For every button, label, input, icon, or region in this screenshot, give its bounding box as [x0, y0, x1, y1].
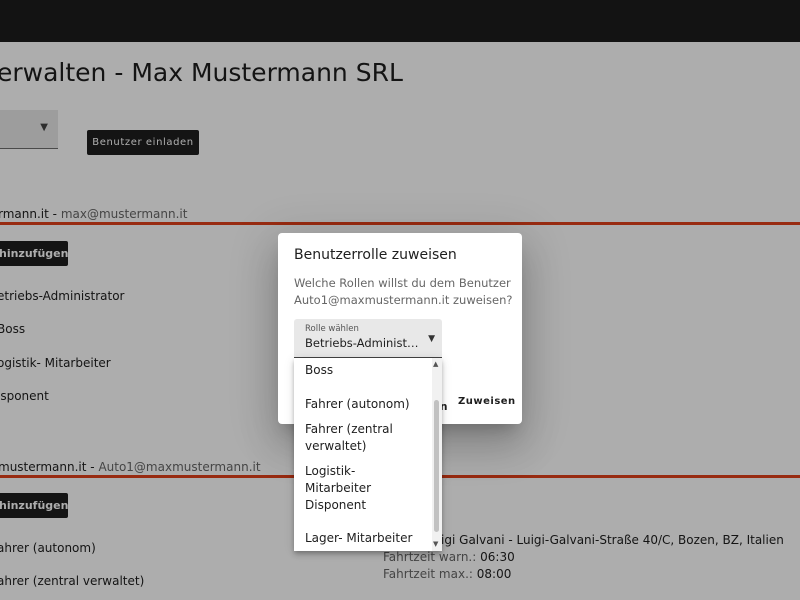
dropdown-option[interactable]: Fahrer (zentral verwaltet) — [305, 421, 425, 455]
dropdown-option[interactable]: Lager- Mitarbeiter — [305, 530, 425, 547]
dropdown-option[interactable]: Logistik- Mitarbeiter — [305, 463, 425, 497]
dropdown-option[interactable]: Boss — [305, 362, 425, 379]
dropdown-option[interactable]: Disponent — [305, 497, 425, 514]
caret-down-icon: ▼ — [428, 334, 435, 344]
dialog-text: Welche Rollen willst du dem Benutzer Aut… — [294, 276, 513, 307]
role-select[interactable]: Rolle wählen Betriebs-Administrator ▼ — [294, 319, 442, 358]
assign-button[interactable]: Zuweisen — [458, 396, 516, 407]
dropdown-option[interactable]: Fahrer (autonom) — [305, 396, 425, 413]
scroll-down-icon[interactable]: ▼ — [433, 540, 438, 548]
role-dropdown-panel: Boss Fahrer (autonom) Fahrer (zentral ve… — [294, 358, 442, 551]
scroll-thumb[interactable] — [434, 400, 439, 532]
role-select-label: Rolle wählen — [305, 324, 359, 334]
scroll-up-icon[interactable]: ▲ — [433, 360, 438, 368]
role-select-value: Betriebs-Administrator — [305, 336, 423, 350]
dialog-title: Benutzerrolle zuweisen — [294, 247, 457, 263]
dropdown-scrollbar[interactable]: ▲ ▼ — [432, 358, 442, 551]
